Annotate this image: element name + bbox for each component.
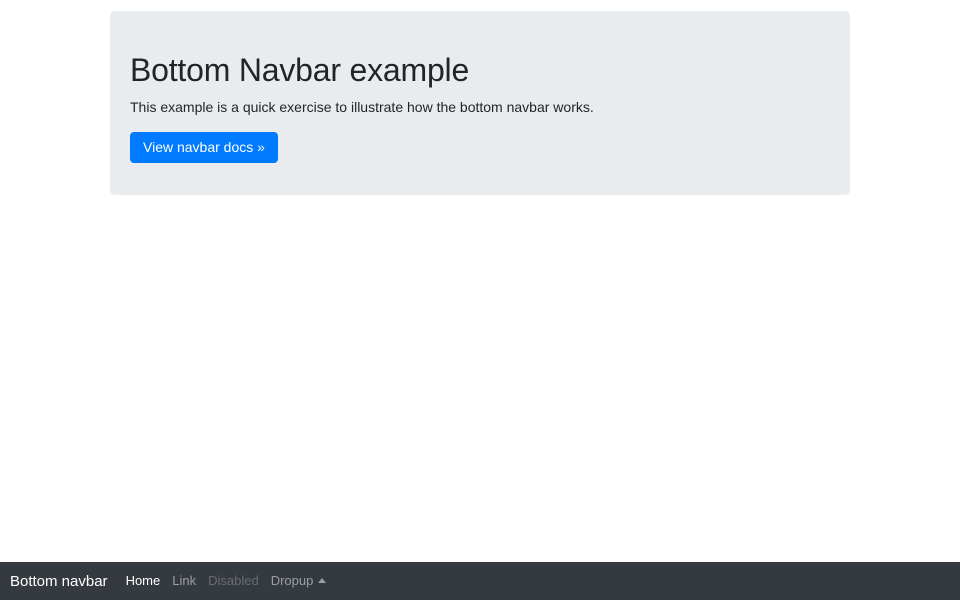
nav-link-disabled[interactable]: Disabled bbox=[202, 573, 265, 588]
nav-link-dropup[interactable]: Dropup bbox=[265, 573, 333, 588]
view-navbar-docs-button[interactable]: View navbar docs » bbox=[130, 132, 278, 163]
navbar-brand[interactable]: Bottom navbar bbox=[10, 573, 108, 590]
caret-up-icon bbox=[318, 578, 326, 583]
nav-item-home: Home bbox=[120, 572, 167, 590]
jumbotron: Bottom Navbar example This example is a … bbox=[110, 11, 850, 195]
nav-item-dropup: Dropup bbox=[265, 572, 333, 590]
nav-item-link: Link bbox=[166, 572, 202, 590]
navbar-nav: Home Link Disabled Dropup bbox=[120, 572, 333, 590]
dropup-label: Dropup bbox=[271, 573, 314, 588]
page-description: This example is a quick exercise to illu… bbox=[130, 97, 830, 118]
nav-item-disabled: Disabled bbox=[202, 572, 265, 590]
nav-link-home[interactable]: Home bbox=[120, 573, 167, 588]
bottom-navbar: Bottom navbar Home Link Disabled Dropup bbox=[0, 562, 960, 600]
page-title: Bottom Navbar example bbox=[130, 51, 830, 89]
nav-link-link[interactable]: Link bbox=[166, 573, 202, 588]
